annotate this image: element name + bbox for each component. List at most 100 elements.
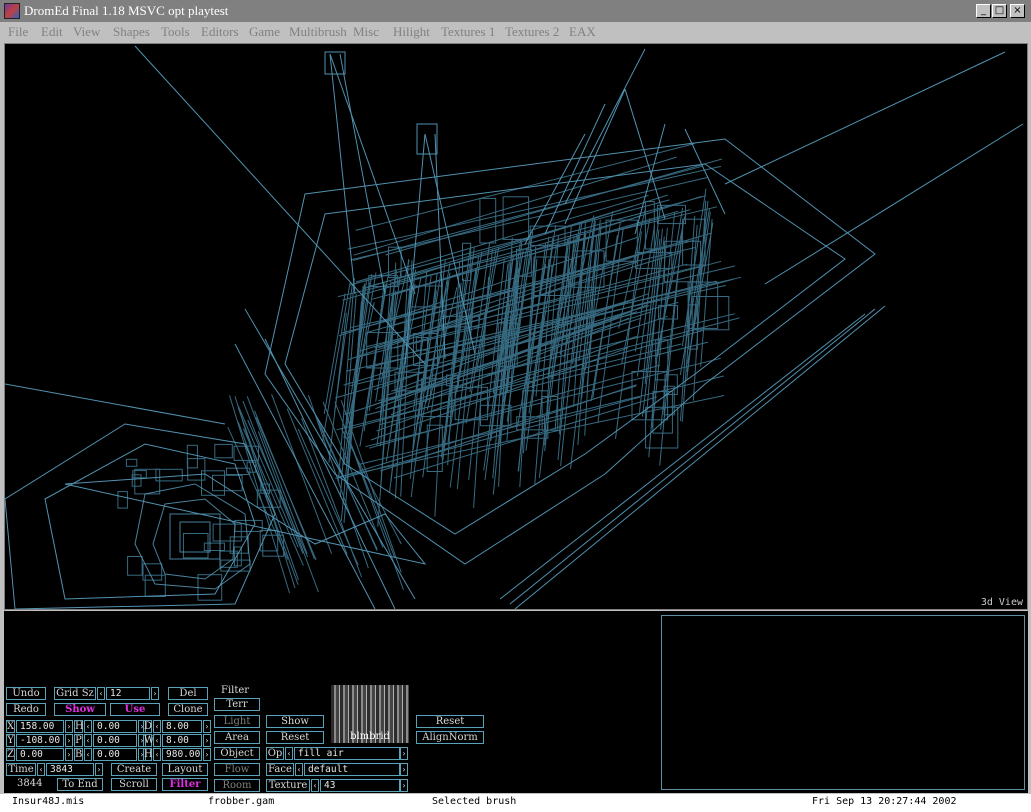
texture-label: Texture bbox=[266, 779, 310, 792]
menu-bar: File Edit View Shapes Tools Editors Game… bbox=[0, 22, 1031, 42]
time-field[interactable]: 3843 bbox=[46, 763, 94, 776]
view-label: 3d View bbox=[980, 597, 1023, 608]
area-filter-button[interactable]: Area bbox=[214, 731, 260, 744]
app-icon bbox=[4, 3, 20, 19]
face-field[interactable]: default bbox=[304, 763, 400, 776]
height-field[interactable]: 980.00 bbox=[162, 748, 202, 761]
z-stepper-icon[interactable]: › bbox=[65, 748, 73, 761]
menu-file[interactable]: File bbox=[8, 24, 28, 40]
d-field[interactable]: 8.00 bbox=[162, 720, 202, 733]
w-increment-icon[interactable]: › bbox=[203, 734, 211, 747]
to-end-button[interactable]: To End bbox=[57, 778, 103, 791]
reset-texture-button[interactable]: Reset bbox=[416, 715, 484, 728]
y-stepper-icon[interactable]: › bbox=[65, 734, 73, 747]
x-label: X bbox=[6, 720, 15, 733]
menu-textures-1[interactable]: Textures 1 bbox=[441, 24, 495, 40]
op-label: Op bbox=[266, 747, 284, 760]
texture-name: blmbrid bbox=[350, 731, 390, 742]
h-label: H bbox=[74, 720, 84, 733]
texture-field[interactable]: 43 bbox=[320, 779, 400, 792]
w-label: W bbox=[143, 734, 155, 747]
align-norm-button[interactable]: AlignNorm bbox=[416, 731, 484, 744]
menu-view[interactable]: View bbox=[73, 24, 100, 40]
window-title: DromEd Final 1.18 MSVC opt playtest bbox=[24, 3, 229, 18]
status-bar: Insur48J.mis frobber.gam Selected brush … bbox=[0, 794, 1031, 812]
grid-size-field[interactable]: 12 bbox=[106, 687, 150, 700]
face-decrement-icon[interactable]: ‹ bbox=[295, 763, 303, 776]
b-decrement-icon[interactable]: ‹ bbox=[84, 748, 92, 761]
texture-decrement-icon[interactable]: ‹ bbox=[311, 779, 319, 792]
object-filter-button[interactable]: Object bbox=[214, 747, 260, 760]
light-filter-button[interactable]: Light bbox=[214, 715, 260, 728]
wireframe-render bbox=[5, 45, 1024, 609]
clone-button[interactable]: Clone bbox=[168, 703, 208, 716]
height-decrement-icon[interactable]: ‹ bbox=[153, 748, 161, 761]
menu-multibrush[interactable]: Multibrush bbox=[289, 24, 347, 40]
layout-button[interactable]: Layout bbox=[162, 763, 208, 776]
d-decrement-icon[interactable]: ‹ bbox=[153, 720, 161, 733]
2d-view-panel[interactable] bbox=[661, 615, 1025, 790]
time-label: Time bbox=[6, 763, 36, 776]
maximize-button[interactable]: □ bbox=[992, 4, 1007, 18]
menu-textures-2[interactable]: Textures 2 bbox=[505, 24, 559, 40]
op-increment-icon[interactable]: › bbox=[400, 747, 408, 760]
p-label: P bbox=[74, 734, 83, 747]
time-increment-icon[interactable]: › bbox=[95, 763, 103, 776]
title-bar: DromEd Final 1.18 MSVC opt playtest _ □ … bbox=[0, 0, 1031, 22]
scroll-button[interactable]: Scroll bbox=[111, 778, 157, 791]
delete-button[interactable]: Del bbox=[168, 687, 208, 700]
menu-tools[interactable]: Tools bbox=[161, 24, 190, 40]
d-increment-icon[interactable]: › bbox=[203, 720, 211, 733]
status-datetime: Fri Sep 13 20:27:44 2002 bbox=[812, 796, 957, 807]
status-mission: Insur48J.mis bbox=[12, 796, 85, 807]
h-decrement-icon[interactable]: ‹ bbox=[84, 720, 92, 733]
undo-button[interactable]: Undo bbox=[6, 687, 46, 700]
show-brush-button[interactable]: Show bbox=[266, 715, 324, 728]
flow-filter-button[interactable]: Flow bbox=[214, 763, 260, 776]
y-field[interactable]: -108.00 bbox=[16, 734, 64, 747]
p-decrement-icon[interactable]: ‹ bbox=[84, 734, 92, 747]
3d-viewport[interactable]: 3d View bbox=[4, 43, 1028, 610]
y-label: Y bbox=[6, 734, 15, 747]
use-button[interactable]: Use bbox=[110, 703, 160, 716]
redo-button[interactable]: Redo bbox=[6, 703, 46, 716]
terr-button[interactable]: Terr bbox=[214, 698, 260, 711]
face-label: Face bbox=[266, 763, 294, 776]
w-field[interactable]: 8.00 bbox=[162, 734, 202, 747]
b-label: B bbox=[74, 748, 83, 761]
filter-button[interactable]: Filter bbox=[162, 778, 208, 791]
z-field[interactable]: 0.00 bbox=[16, 748, 64, 761]
op-decrement-icon[interactable]: ‹ bbox=[285, 747, 293, 760]
grid-size-label: Grid Sz bbox=[54, 687, 96, 700]
x-field[interactable]: 158.00 bbox=[16, 720, 64, 733]
show-button[interactable]: Show bbox=[54, 703, 106, 716]
status-gamesys: frobber.gam bbox=[208, 796, 275, 807]
menu-shapes[interactable]: Shapes bbox=[113, 24, 150, 40]
menu-editors[interactable]: Editors bbox=[201, 24, 239, 40]
z-label: Z bbox=[6, 748, 15, 761]
menu-eax[interactable]: EAX bbox=[569, 24, 596, 40]
face-increment-icon[interactable]: › bbox=[400, 763, 408, 776]
w-decrement-icon[interactable]: ‹ bbox=[153, 734, 161, 747]
menu-game[interactable]: Game bbox=[249, 24, 280, 40]
room-filter-button[interactable]: Room bbox=[214, 779, 260, 792]
reset-brush-button[interactable]: Reset bbox=[266, 731, 324, 744]
h-field[interactable]: 0.00 bbox=[93, 720, 137, 733]
d-label: D bbox=[143, 720, 153, 733]
minimize-button[interactable]: _ bbox=[976, 4, 991, 18]
menu-misc[interactable]: Misc bbox=[353, 24, 379, 40]
menu-hilight[interactable]: Hilight bbox=[393, 24, 430, 40]
x-stepper-icon[interactable]: › bbox=[65, 720, 73, 733]
p-field[interactable]: 0.00 bbox=[93, 734, 137, 747]
time-decrement-icon[interactable]: ‹ bbox=[37, 763, 45, 776]
create-button[interactable]: Create bbox=[111, 763, 157, 776]
height-increment-icon[interactable]: › bbox=[203, 748, 211, 761]
texture-increment-icon[interactable]: › bbox=[400, 779, 408, 792]
close-button[interactable]: × bbox=[1010, 4, 1025, 18]
op-field[interactable]: fill air bbox=[294, 747, 400, 760]
b-field[interactable]: 0.00 bbox=[93, 748, 137, 761]
filter-title: Filter bbox=[221, 685, 250, 696]
grid-size-decrement-icon[interactable]: ‹ bbox=[97, 687, 105, 700]
grid-size-increment-icon[interactable]: › bbox=[151, 687, 159, 700]
menu-edit[interactable]: Edit bbox=[41, 24, 63, 40]
